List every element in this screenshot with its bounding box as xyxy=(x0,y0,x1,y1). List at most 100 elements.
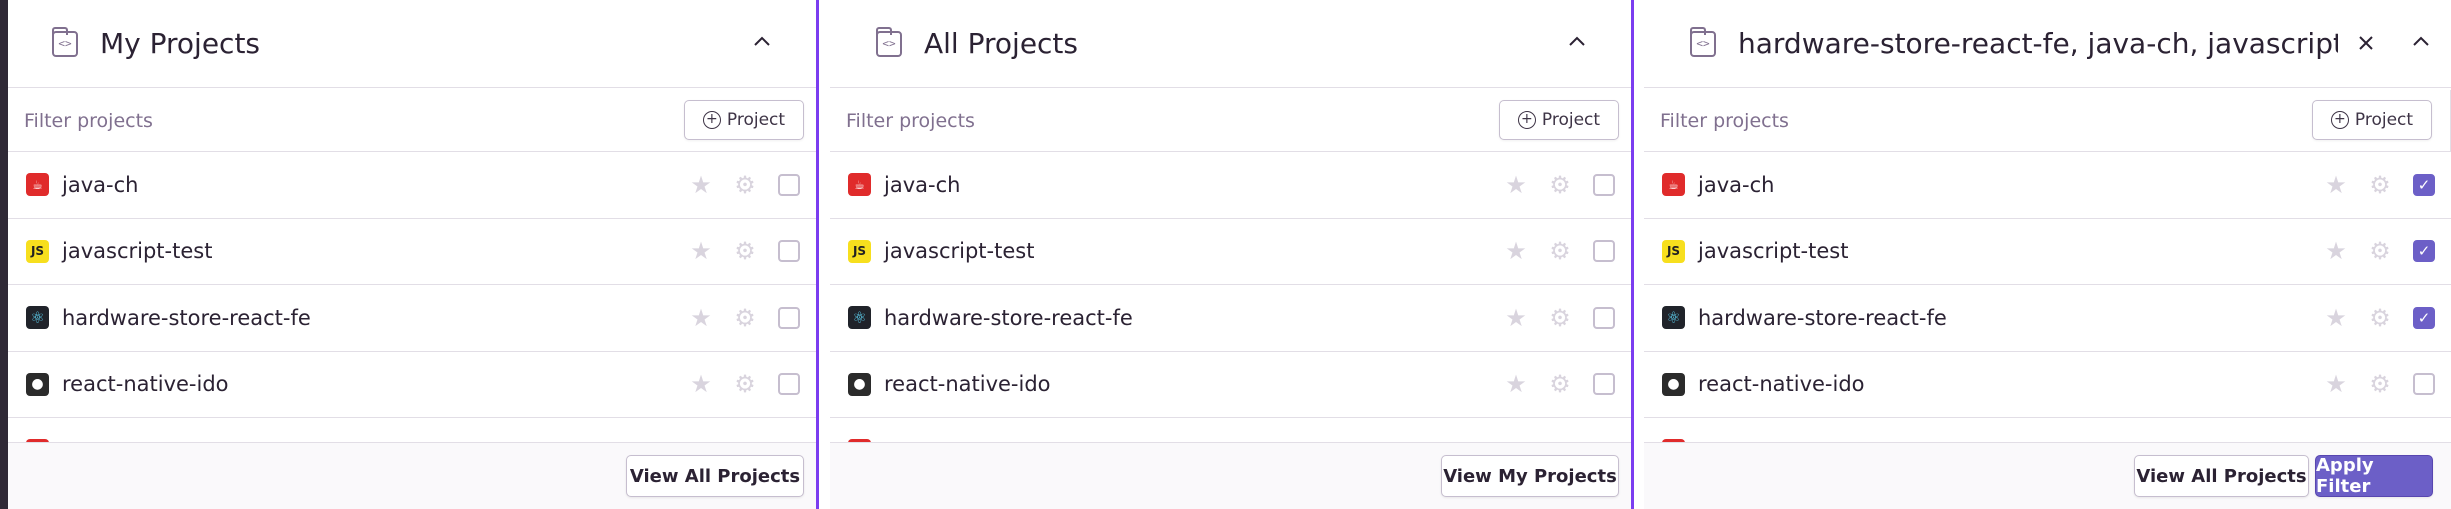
add-project-button[interactable]: + Project xyxy=(1499,100,1619,140)
chevron-up-icon[interactable] xyxy=(1563,28,1591,56)
panel-title: All Projects xyxy=(924,27,1078,60)
project-row[interactable]: ● react-native-ido ★ ⚙ xyxy=(1644,352,2451,418)
filter-bar: + Project xyxy=(8,90,816,152)
project-checkbox[interactable] xyxy=(1593,306,1615,329)
gear-icon[interactable]: ⚙ xyxy=(2369,171,2391,199)
panel-header: <> All Projects xyxy=(830,0,1631,88)
java-icon: ☕ xyxy=(26,173,49,197)
project-name: react-native-ido xyxy=(62,372,229,397)
project-row[interactable]: ● react-native-ido ★ ⚙ xyxy=(8,352,816,418)
view-all-projects-button[interactable]: View All Projects xyxy=(2134,455,2309,497)
star-icon[interactable]: ★ xyxy=(1505,237,1527,265)
filter-projects-input[interactable] xyxy=(1660,109,2160,132)
gear-icon[interactable]: ⚙ xyxy=(734,237,756,265)
project-checkbox-checked[interactable]: ✓ xyxy=(2413,306,2435,329)
project-list: ☕ java-ch ★ ⚙ ✓ JS javascript-test ★ ⚙ ✓ ⚛ h… xyxy=(1644,152,2451,442)
java-icon: ☕ xyxy=(1662,173,1685,197)
apple-icon: ● xyxy=(1662,372,1685,396)
my-projects-panel: <> My Projects + Project ☕ java-ch ★ ⚙ JS… xyxy=(8,0,819,509)
gear-icon[interactable]: ⚙ xyxy=(1549,370,1571,398)
gear-icon[interactable]: ⚙ xyxy=(1549,304,1571,332)
project-checkbox[interactable] xyxy=(1593,240,1615,263)
star-icon[interactable]: ★ xyxy=(2325,237,2347,265)
project-checkbox[interactable] xyxy=(1593,173,1615,196)
react-icon: ⚛ xyxy=(1662,306,1685,330)
star-icon[interactable]: ★ xyxy=(690,370,712,398)
javascript-icon: JS xyxy=(26,239,49,263)
panel-footer: View All Projects xyxy=(8,442,816,509)
star-icon[interactable]: ★ xyxy=(690,171,712,199)
star-icon[interactable]: ★ xyxy=(2325,304,2347,332)
gear-icon[interactable]: ⚙ xyxy=(1549,171,1571,199)
project-checkbox[interactable] xyxy=(778,240,800,263)
close-icon[interactable] xyxy=(2353,30,2379,56)
project-row[interactable]: JS javascript-test ★ ⚙ xyxy=(830,219,1631,285)
gear-icon[interactable]: ⚙ xyxy=(734,370,756,398)
project-name: javascript-test xyxy=(884,239,1035,264)
star-icon[interactable]: ★ xyxy=(690,304,712,332)
add-project-label: Project xyxy=(726,110,786,130)
project-name: react-native-ido xyxy=(884,372,1051,397)
star-icon[interactable]: ★ xyxy=(2325,370,2347,398)
filter-bar: + Project xyxy=(830,90,1631,152)
project-checkbox[interactable] xyxy=(1593,373,1615,396)
project-row[interactable]: JS javascript-test ★ ⚙ ✓ xyxy=(1644,219,2451,285)
project-row[interactable]: ⚛ hardware-store-react-fe ★ ⚙ ✓ xyxy=(1644,285,2451,352)
filter-bar: + Project xyxy=(1644,90,2451,152)
project-row[interactable]: ⚛ hardware-store-react-fe ★ ⚙ xyxy=(8,285,816,352)
project-checkbox[interactable] xyxy=(2413,373,2435,396)
panel-footer: View My Projects xyxy=(830,442,1631,509)
project-row[interactable]: ☕ java-ch ★ ⚙ xyxy=(8,152,816,219)
gear-icon[interactable]: ⚙ xyxy=(2369,304,2391,332)
filter-projects-input[interactable] xyxy=(24,109,524,132)
project-folder-icon: <> xyxy=(52,26,78,57)
gear-icon[interactable]: ⚙ xyxy=(734,304,756,332)
project-name: hardware-store-react-fe xyxy=(62,305,311,330)
project-row-partial[interactable] xyxy=(8,418,816,442)
add-project-button[interactable]: + Project xyxy=(2312,100,2432,140)
project-checkbox-checked[interactable]: ✓ xyxy=(2413,173,2435,196)
apply-filter-button[interactable]: Apply Filter xyxy=(2315,455,2433,497)
project-checkbox[interactable] xyxy=(778,373,800,396)
plus-icon: + xyxy=(2330,111,2349,129)
star-icon[interactable]: ★ xyxy=(690,237,712,265)
project-row-partial[interactable] xyxy=(1644,418,2451,442)
project-name: javascript-test xyxy=(1698,239,1849,264)
gear-icon[interactable]: ⚙ xyxy=(1549,237,1571,265)
javascript-icon: JS xyxy=(848,239,871,263)
panel-footer: View All Projects Apply Filter xyxy=(1644,442,2451,509)
project-name: react-native-ido xyxy=(1698,372,1865,397)
chevron-up-icon[interactable] xyxy=(748,28,776,56)
add-project-label: Project xyxy=(2354,110,2414,130)
star-icon[interactable]: ★ xyxy=(1505,171,1527,199)
plus-icon: + xyxy=(702,111,721,129)
window-edge xyxy=(0,0,8,509)
view-my-projects-button[interactable]: View My Projects xyxy=(1441,455,1619,497)
project-name: java-ch xyxy=(1698,172,1775,197)
add-project-button[interactable]: + Project xyxy=(684,100,804,140)
project-name: java-ch xyxy=(884,172,961,197)
gear-icon[interactable]: ⚙ xyxy=(2369,237,2391,265)
gear-icon[interactable]: ⚙ xyxy=(734,171,756,199)
project-row[interactable]: ☕ java-ch ★ ⚙ ✓ xyxy=(1644,152,2451,219)
chevron-up-icon[interactable] xyxy=(2407,28,2435,56)
project-row[interactable]: ☕ java-ch ★ ⚙ xyxy=(830,152,1631,219)
project-row[interactable]: ● react-native-ido ★ ⚙ xyxy=(830,352,1631,418)
star-icon[interactable]: ★ xyxy=(2325,171,2347,199)
gear-icon[interactable]: ⚙ xyxy=(2369,370,2391,398)
project-checkbox[interactable] xyxy=(778,306,800,329)
plus-icon: + xyxy=(1517,111,1536,129)
star-icon[interactable]: ★ xyxy=(1505,370,1527,398)
project-checkbox[interactable] xyxy=(778,173,800,196)
react-icon: ⚛ xyxy=(848,306,871,330)
project-row[interactable]: ⚛ hardware-store-react-fe ★ ⚙ xyxy=(830,285,1631,352)
view-all-projects-button[interactable]: View All Projects xyxy=(626,455,804,497)
apple-icon: ● xyxy=(848,372,871,396)
project-row[interactable]: JS javascript-test ★ ⚙ xyxy=(8,219,816,285)
star-icon[interactable]: ★ xyxy=(1505,304,1527,332)
project-checkbox-checked[interactable]: ✓ xyxy=(2413,240,2435,263)
project-row-partial[interactable] xyxy=(830,418,1631,442)
react-icon: ⚛ xyxy=(26,306,49,330)
filter-projects-input[interactable] xyxy=(846,109,1346,132)
selected-projects-panel: <> hardware-store-react-fe, java-ch, jav… xyxy=(1644,0,2451,509)
